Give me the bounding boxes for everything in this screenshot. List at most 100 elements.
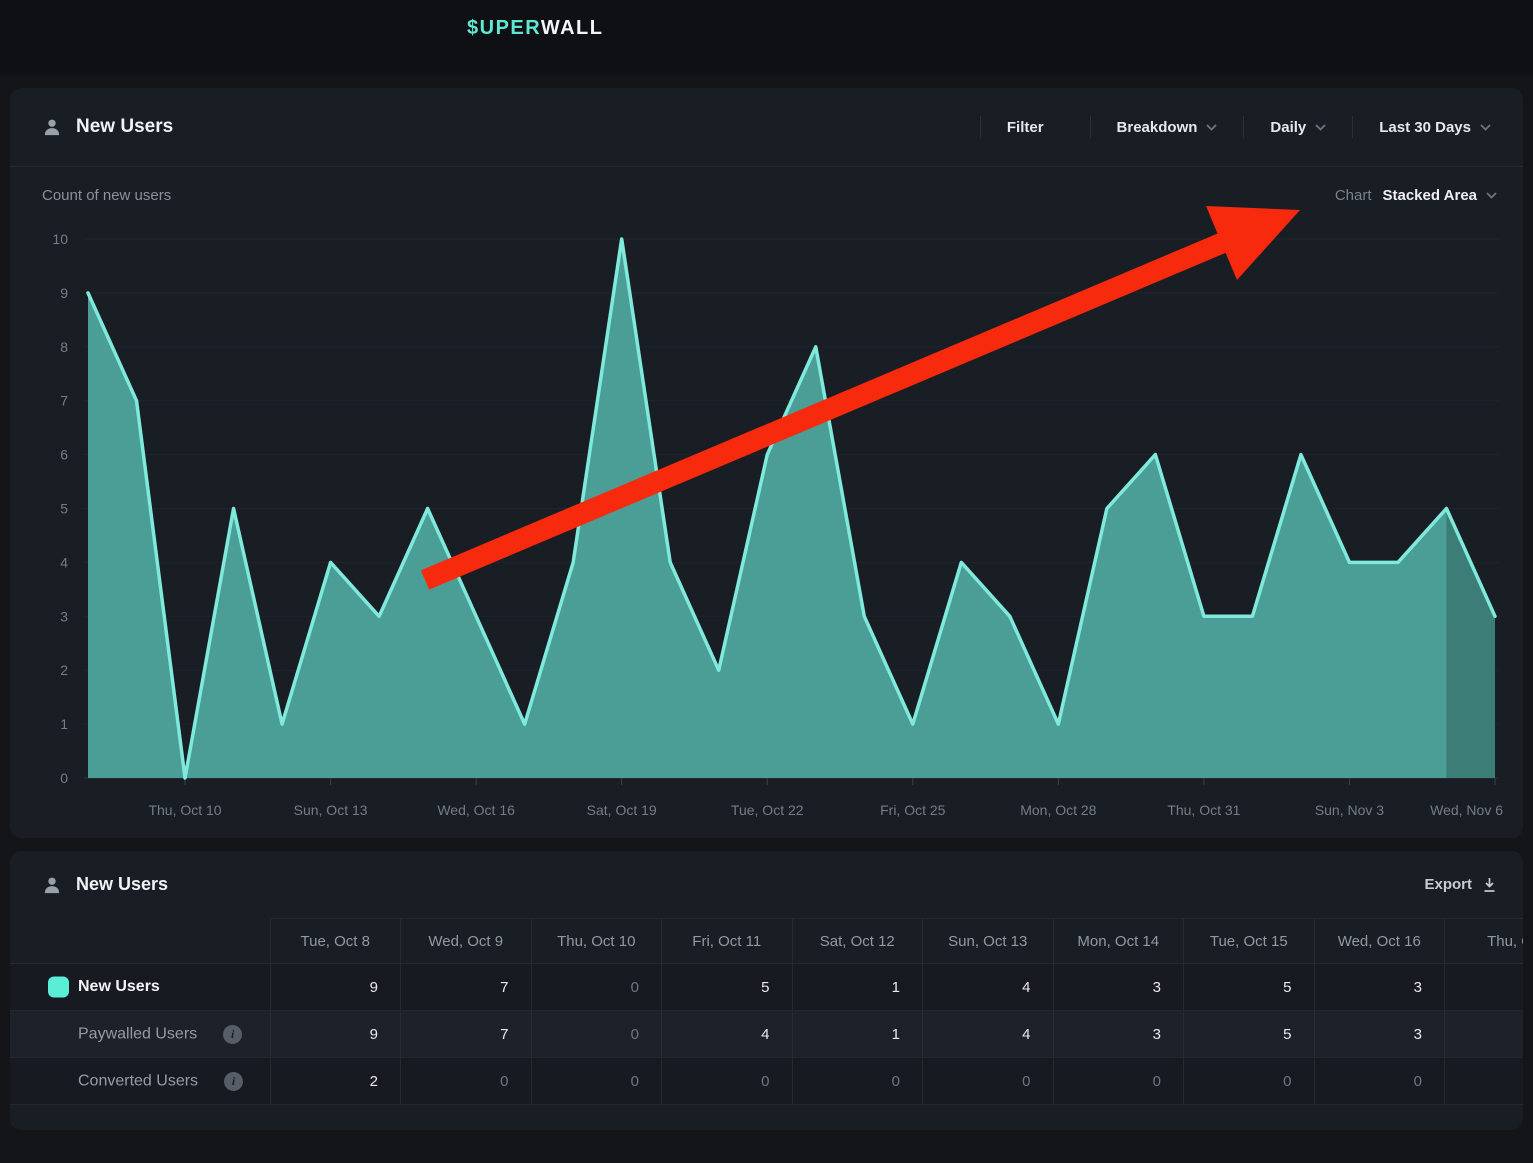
y-axis-label: 10: [52, 231, 68, 247]
filter-dropdown[interactable]: Filter: [981, 88, 1090, 166]
breakdown-dropdown[interactable]: Breakdown: [1091, 88, 1244, 166]
table-value-cell: 0: [662, 1058, 793, 1105]
chevron-down-icon: [1315, 124, 1326, 131]
table-column-header: Thu, O: [1445, 919, 1524, 964]
table-value-cell: 0: [531, 1058, 662, 1105]
chart-card-header: New Users Filter Breakdown Daily Last 30…: [10, 88, 1523, 166]
chart-type-label: Chart: [1335, 187, 1372, 204]
table-value-cell: 7: [401, 1011, 532, 1058]
table-value-cell: 2: [270, 1058, 401, 1105]
row-label-paywalled-users: Paywalled Usersi: [10, 1011, 270, 1058]
table-column-header: Thu, Oct 10: [531, 919, 662, 964]
filter-label: Filter: [1007, 119, 1044, 136]
top-nav-bar: $UPERWALL: [0, 0, 1533, 75]
granularity-dropdown[interactable]: Daily: [1244, 88, 1352, 166]
chevron-down-icon: [1480, 124, 1491, 131]
x-axis-label: Mon, Oct 28: [1020, 802, 1096, 818]
chart-controls: Filter Breakdown Daily Last 30 Days: [980, 88, 1497, 166]
export-label: Export: [1424, 876, 1472, 893]
table-card-title: New Users: [76, 874, 168, 895]
table-value-cell: 0: [531, 1011, 662, 1058]
chevron-down-icon: [1486, 192, 1497, 199]
logo-prefix: $UPER: [467, 17, 541, 39]
new-users-table-card: New Users Export Tue, Oct 8Wed, Oct 9Thu…: [10, 851, 1523, 1130]
annotation-arrow-head: [1206, 206, 1300, 280]
table-value-cell: [1445, 1058, 1524, 1105]
header-divider: [10, 166, 1523, 167]
y-axis-label: 9: [60, 285, 68, 301]
table-value-cell: 3: [1053, 1011, 1184, 1058]
table-value-cell: 0: [531, 964, 662, 1011]
table-value-cell: 0: [923, 1058, 1054, 1105]
area-line: [88, 239, 1495, 778]
table-column-header: Wed, Oct 9: [401, 919, 532, 964]
table-value-cell: 3: [1314, 1011, 1445, 1058]
chart-subtitle: Count of new users: [42, 187, 171, 204]
table-value-cell: 0: [1184, 1058, 1315, 1105]
person-icon: [42, 875, 62, 895]
download-icon: [1482, 877, 1497, 893]
table-value-cell: 5: [1184, 964, 1315, 1011]
x-axis-label: Sun, Nov 3: [1315, 802, 1384, 818]
superwall-logo[interactable]: $UPERWALL: [467, 17, 603, 40]
table-value-cell: [1445, 1011, 1524, 1058]
table-value-cell: 4: [923, 964, 1054, 1011]
table-value-cell: 0: [792, 1058, 923, 1105]
y-axis-label: 8: [60, 339, 68, 355]
table-value-cell: 7: [401, 964, 532, 1011]
date-range-label: Last 30 Days: [1379, 119, 1471, 136]
table-header-row: Tue, Oct 8Wed, Oct 9Thu, Oct 10Fri, Oct …: [10, 919, 1523, 964]
x-axis-label: Wed, Oct 16: [437, 802, 515, 818]
table-value-cell: 9: [270, 964, 401, 1011]
table-value-cell: 9: [270, 1011, 401, 1058]
y-axis-label: 0: [60, 770, 68, 786]
table-card-header: New Users Export: [10, 851, 1523, 918]
y-axis-label: 7: [60, 393, 68, 409]
x-axis-label: Sun, Oct 13: [294, 802, 368, 818]
table-value-cell: 4: [662, 1011, 793, 1058]
table-value-cell: [1445, 964, 1524, 1011]
table-corner-cell: [10, 919, 270, 964]
y-axis-label: 4: [60, 554, 68, 570]
info-icon[interactable]: i: [223, 1025, 242, 1044]
x-axis-label: Fri, Oct 25: [880, 802, 946, 818]
info-icon[interactable]: i: [224, 1072, 243, 1091]
table-value-cell: 1: [792, 964, 923, 1011]
annotation-arrow-shaft: [425, 243, 1222, 580]
table-value-cell: 0: [401, 1058, 532, 1105]
y-axis-label: 1: [60, 716, 68, 732]
new-users-chart-card: New Users Filter Breakdown Daily Last 30…: [10, 88, 1523, 838]
x-axis-label: Thu, Oct 10: [148, 802, 221, 818]
export-button[interactable]: Export: [1424, 876, 1497, 893]
table-row: New Users970514353: [10, 964, 1523, 1011]
chevron-down-icon: [1053, 124, 1064, 131]
granularity-label: Daily: [1270, 119, 1306, 136]
table-column-header: Tue, Oct 15: [1184, 919, 1315, 964]
table-column-header: Wed, Oct 16: [1314, 919, 1445, 964]
y-axis-label: 3: [60, 608, 68, 624]
table-column-header: Tue, Oct 8: [270, 919, 401, 964]
y-axis-label: 6: [60, 447, 68, 463]
date-range-dropdown[interactable]: Last 30 Days: [1353, 88, 1497, 166]
chart-subheader: Count of new users Chart Stacked Area: [42, 184, 1497, 206]
new-users-data-table: Tue, Oct 8Wed, Oct 9Thu, Oct 10Fri, Oct …: [10, 918, 1523, 1105]
table-column-header: Sun, Oct 13: [923, 919, 1054, 964]
table-row: Converted Usersi200000000: [10, 1058, 1523, 1105]
x-axis-label: Thu, Oct 31: [1167, 802, 1240, 818]
person-icon: [42, 117, 62, 137]
table-value-cell: 0: [1314, 1058, 1445, 1105]
y-axis-label: 5: [60, 501, 68, 517]
series-legend-chip: [48, 977, 69, 998]
chevron-down-icon: [1206, 124, 1217, 131]
chart-type-selector[interactable]: Chart Stacked Area: [1335, 187, 1497, 204]
y-axis-label: 2: [60, 662, 68, 678]
table-value-cell: 4: [923, 1011, 1054, 1058]
chart-card-title: New Users: [76, 116, 173, 138]
area-fill: [88, 239, 1446, 778]
table-value-cell: 5: [1184, 1011, 1315, 1058]
table-column-header: Mon, Oct 14: [1053, 919, 1184, 964]
x-axis-label: Sat, Oct 19: [587, 802, 657, 818]
chart-type-value: Stacked Area: [1383, 187, 1478, 204]
table-value-cell: 1: [792, 1011, 923, 1058]
breakdown-label: Breakdown: [1117, 119, 1198, 136]
